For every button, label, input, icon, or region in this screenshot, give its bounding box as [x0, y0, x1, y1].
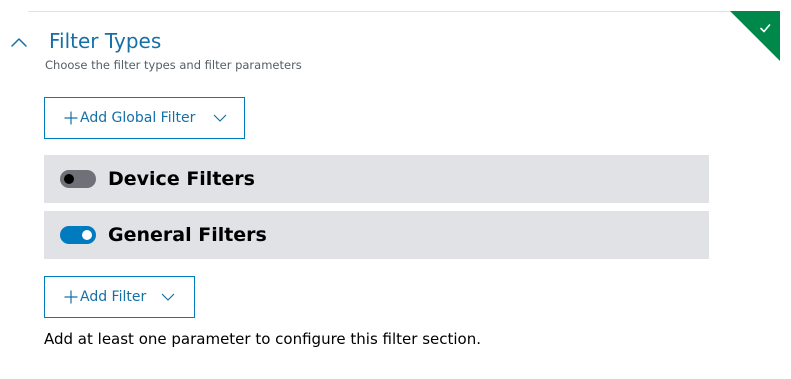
plus-icon [64, 111, 78, 125]
chevron-up-icon [11, 38, 27, 47]
filter-group-label: Device Filters [108, 168, 255, 190]
toggle-knob [82, 230, 92, 240]
chevron-down-icon [213, 114, 227, 122]
toggle-knob [64, 174, 74, 184]
device-filters-toggle[interactable] [60, 170, 96, 188]
chevron-down-icon [161, 293, 175, 301]
add-filter-button[interactable]: Add Filter [44, 276, 195, 318]
filter-group-general: General Filters [44, 211, 709, 259]
section-divider [28, 11, 780, 12]
plus-icon [64, 290, 78, 304]
general-filters-toggle[interactable] [60, 226, 96, 244]
filter-group-device: Device Filters [44, 155, 709, 203]
section-title: Filter Types [49, 29, 162, 53]
add-filter-label: Add Filter [80, 289, 147, 305]
helper-text: Add at least one parameter to configure … [44, 330, 481, 348]
collapse-section-button[interactable] [9, 33, 29, 51]
add-global-filter-button[interactable]: Add Global Filter [44, 97, 245, 139]
filter-group-label: General Filters [108, 224, 267, 246]
section-complete-badge [730, 11, 780, 61]
add-global-filter-label: Add Global Filter [80, 110, 196, 126]
section-subtitle: Choose the filter types and filter param… [45, 58, 302, 72]
